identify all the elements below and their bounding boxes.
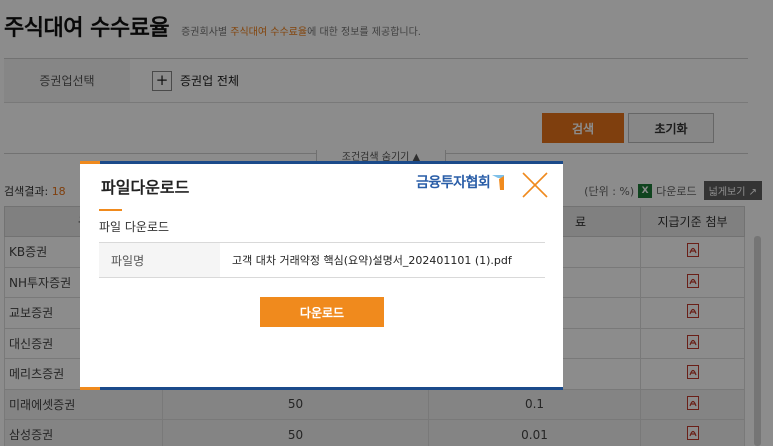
file-name: 고객 대차 거래약정 핵심(요약)설명서_202401101 (1).pdf bbox=[232, 254, 512, 267]
modal-title: 파일다운로드 bbox=[101, 178, 190, 197]
modal-accent-bottom bbox=[80, 387, 100, 390]
section-accent bbox=[99, 209, 122, 211]
kofia-logo-icon bbox=[492, 175, 505, 190]
kofia-logo-text: 금융투자협회 bbox=[416, 175, 491, 191]
section-title: 파일 다운로드 bbox=[99, 220, 170, 234]
close-icon[interactable] bbox=[520, 170, 550, 200]
file-label: 파일명 bbox=[99, 243, 220, 277]
modal-accent-top bbox=[80, 161, 100, 164]
kofia-logo: 금융투자협회 bbox=[416, 172, 506, 192]
file-row: 파일명 고객 대차 거래약정 핵심(요약)설명서_202401101 (1).p… bbox=[99, 242, 545, 278]
download-button[interactable]: 다운로드 bbox=[260, 297, 384, 327]
file-download-modal: 파일다운로드 금융투자협회 파일 다운로드 파일명 고객 대차 거래약정 핵심(… bbox=[80, 161, 563, 390]
